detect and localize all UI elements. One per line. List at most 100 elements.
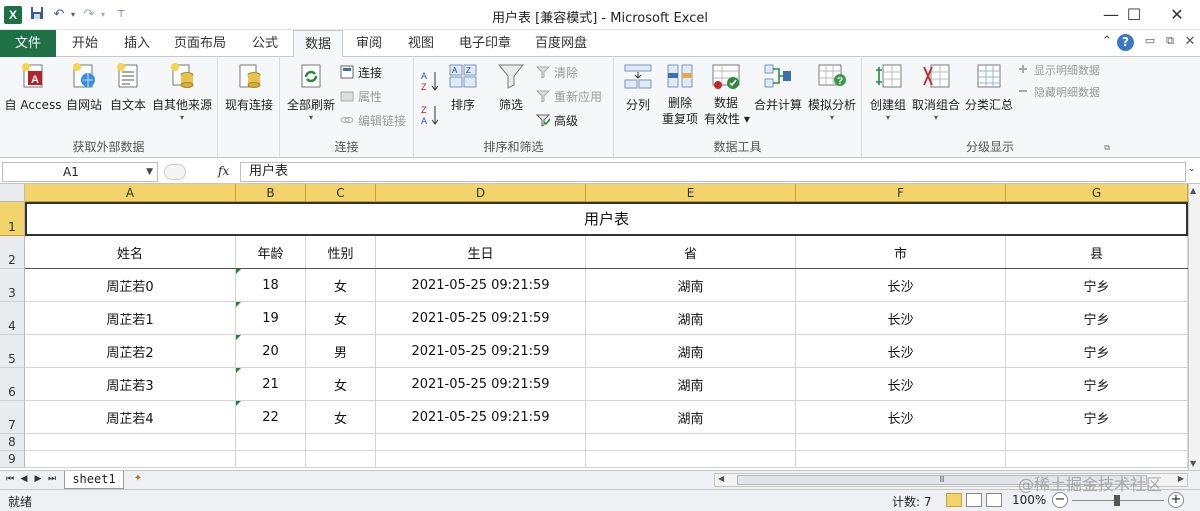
data-cell-county[interactable]: 宁乡 [1006,302,1188,335]
scroll-down-icon[interactable]: ▼ [1190,459,1196,468]
hide-detail-button[interactable]: 隐藏明细数据 [1016,83,1100,103]
data-cell-gender[interactable]: 女 [306,302,376,335]
properties-button[interactable]: 属性 [340,87,382,107]
empty-cell[interactable] [586,434,796,451]
sort-ascending-button[interactable]: AZ [420,69,442,95]
data-validation-button[interactable]: 数据 有效性 ▾ [704,61,750,127]
column-header-g[interactable]: G [1006,184,1188,202]
expand-formula-icon[interactable] [164,164,186,180]
column-header-e[interactable]: E [586,184,796,202]
data-cell-birthday[interactable]: 2021-05-25 09:21:59 [376,335,586,368]
empty-cell[interactable] [306,434,376,451]
formula-input[interactable]: 用户表 [240,162,1186,182]
data-cell-city[interactable]: 长沙 [796,401,1006,434]
normal-view-icon[interactable] [946,493,962,507]
text-to-columns-button[interactable]: 分列 [620,61,656,113]
empty-cell[interactable] [1006,434,1188,451]
worksheet-grid[interactable]: A B C D E F G 1 2 3 4 5 6 7 8 9 用户表 姓名 年… [0,184,1188,470]
empty-cell[interactable] [376,451,586,468]
data-cell-province[interactable]: 湖南 [586,302,796,335]
data-cell-gender[interactable]: 女 [306,401,376,434]
data-cell-province[interactable]: 湖南 [586,269,796,302]
data-cell-gender[interactable]: 男 [306,335,376,368]
tab-formulas[interactable]: 公式 [242,30,288,57]
data-cell-county[interactable]: 宁乡 [1006,335,1188,368]
minimize-ribbon-icon[interactable]: ⌃ [1098,34,1116,49]
data-cell-name[interactable]: 周芷若1 [25,302,236,335]
header-cell-city[interactable]: 市 [796,236,1006,269]
customize-quick-access-icon[interactable]: ⊤ [112,6,130,24]
header-cell-county[interactable]: 县 [1006,236,1188,269]
tab-baidu-netdisk[interactable]: 百度网盘 [526,30,596,57]
insert-function-icon[interactable]: fx [218,164,229,178]
edit-links-button[interactable]: 编辑链接 [340,111,406,131]
title-cell-a1[interactable]: 用户表 [25,202,1188,236]
data-cell-birthday[interactable]: 2021-05-25 09:21:59 [376,401,586,434]
data-cell-province[interactable]: 湖南 [586,335,796,368]
header-cell-province[interactable]: 省 [586,236,796,269]
existing-connections-button[interactable]: 现有连接 [220,61,278,113]
data-cell-name[interactable]: 周芷若3 [25,368,236,401]
header-cell-gender[interactable]: 性别 [306,236,376,269]
row-header-5[interactable]: 5 [0,335,25,368]
data-cell-county[interactable]: 宁乡 [1006,269,1188,302]
workbook-restore-icon[interactable]: ⧉ [1161,34,1179,48]
row-header-8[interactable]: 8 [0,434,25,451]
data-cell-county[interactable]: 宁乡 [1006,368,1188,401]
name-box[interactable]: A1 ▼ [2,162,158,182]
next-sheet-icon[interactable]: ▶ [32,474,44,484]
vertical-scrollbar[interactable]: ▲ ▼ [1188,184,1200,470]
row-header-6[interactable]: 6 [0,368,25,401]
empty-cell[interactable] [796,451,1006,468]
dialog-launcher-icon[interactable]: ⧉ [1104,143,1110,153]
maximize-icon[interactable]: ☐ [1111,0,1157,30]
zoom-slider-thumb[interactable] [1114,495,1120,506]
data-cell-city[interactable]: 长沙 [796,302,1006,335]
scroll-right-icon[interactable]: ▶ [1178,474,1184,483]
advanced-filter-button[interactable]: 高级 [535,111,578,131]
data-cell-age[interactable]: 21 [236,368,306,401]
column-header-f[interactable]: F [796,184,1006,202]
column-header-b[interactable]: B [236,184,306,202]
connections-button[interactable]: 连接 [340,63,382,83]
row-header-4[interactable]: 4 [0,302,25,335]
tab-view[interactable]: 视图 [398,30,444,57]
group-rows-button[interactable]: 创建组 ▾ [866,61,910,123]
page-break-view-icon[interactable] [986,493,1002,507]
header-cell-name[interactable]: 姓名 [25,236,236,269]
empty-cell[interactable] [376,434,586,451]
chevron-down-icon[interactable]: ▼ [146,163,153,181]
empty-cell[interactable] [586,451,796,468]
empty-cell[interactable] [236,434,306,451]
reapply-button[interactable]: 重新应用 [535,87,602,107]
save-icon[interactable] [28,6,46,24]
empty-cell[interactable] [796,434,1006,451]
data-cell-name[interactable]: 周芷若2 [25,335,236,368]
data-cell-name[interactable]: 周芷若4 [25,401,236,434]
empty-cell[interactable] [25,434,236,451]
data-cell-city[interactable]: 长沙 [796,335,1006,368]
sort-button[interactable]: AZ 排序 [446,61,480,113]
from-access-button[interactable]: A 自 Access [4,61,62,113]
from-web-button[interactable]: 自网站 [62,61,106,113]
data-cell-name[interactable]: 周芷若0 [25,269,236,302]
column-header-a[interactable]: A [25,184,236,202]
workbook-minimize-icon[interactable]: ▭ [1141,34,1159,47]
insert-sheet-icon[interactable]: ✦ [128,473,148,487]
column-header-d[interactable]: D [376,184,586,202]
data-cell-birthday[interactable]: 2021-05-25 09:21:59 [376,368,586,401]
tab-review[interactable]: 审阅 [346,30,392,57]
last-sheet-icon[interactable]: ⏭ [46,474,58,484]
data-cell-birthday[interactable]: 2021-05-25 09:21:59 [376,269,586,302]
data-cell-county[interactable]: 宁乡 [1006,401,1188,434]
header-cell-birthday[interactable]: 生日 [376,236,586,269]
data-cell-age[interactable]: 19 [236,302,306,335]
empty-cell[interactable] [25,451,236,468]
consolidate-button[interactable]: 合并计算 [752,61,804,113]
sheet-tab-sheet1[interactable]: sheet1 [64,471,124,489]
workbook-close-icon[interactable]: ✕ [1181,34,1199,49]
data-cell-gender[interactable]: 女 [306,269,376,302]
filter-button[interactable]: 筛选 [494,61,528,113]
ungroup-button[interactable]: 取消组合 ▾ [910,61,962,123]
tab-electronic-seal[interactable]: 电子印章 [450,30,520,57]
